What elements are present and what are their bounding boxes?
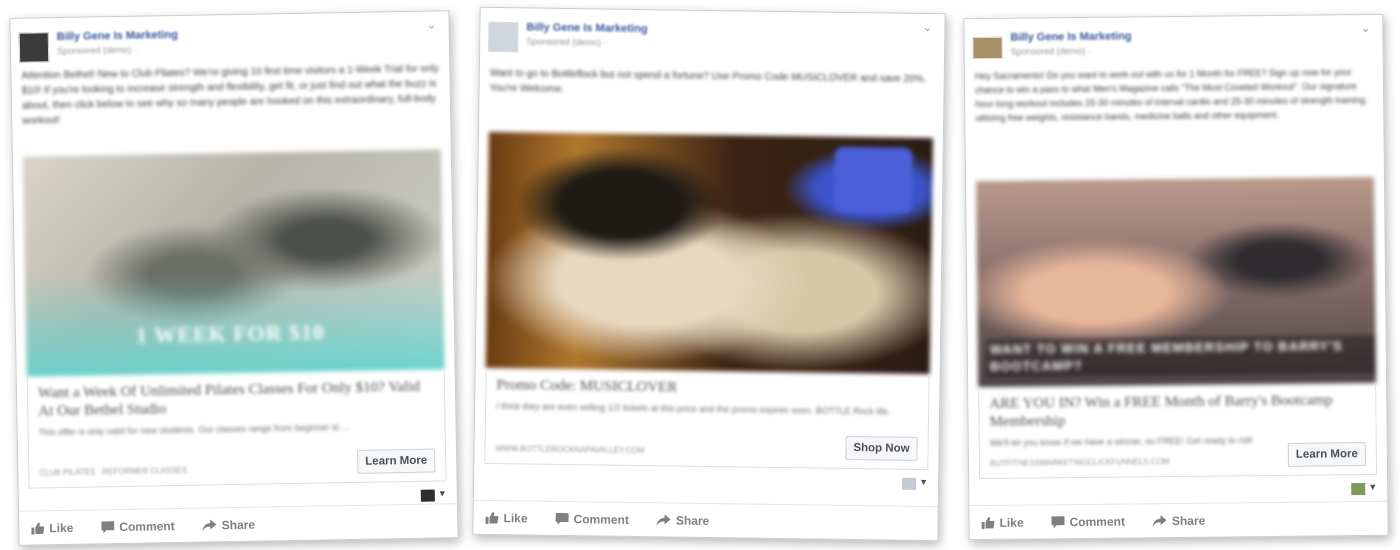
post-as-selector[interactable]: ▼ (474, 464, 938, 498)
link-preview[interactable]: Promo Code: MUSICLOVER I think they are … (484, 367, 930, 471)
page-avatar[interactable] (972, 36, 1003, 60)
post-header: Billy Gene Is Marketing Sponsored (demo)… (10, 11, 449, 65)
like-label: Like (503, 510, 528, 525)
action-bar: Like Comment Share (19, 503, 458, 545)
image-overlay-text: WANT TO WIN A FREE MEMBERSHIP TO BARRY'S… (985, 334, 1377, 377)
comment-button[interactable]: Comment (101, 519, 175, 534)
page-avatar[interactable] (488, 21, 519, 53)
ad-image[interactable]: WANT TO WIN A FREE MEMBERSHIP TO BARRY'S… (975, 176, 1377, 388)
link-url: BUYFITNESSMARKETINGCLICKFUNNELS.COM (989, 457, 1170, 468)
sponsored-label: Sponsored (demo) · (526, 36, 607, 48)
page-mini-avatar-icon (902, 477, 917, 490)
ad-post-bottlerock: Billy Gene Is Marketing Sponsored (demo)… (472, 6, 946, 542)
caret-down-icon[interactable]: ▼ (1368, 482, 1377, 492)
thumbs-up-icon (485, 511, 499, 524)
link-url: CLUB PILATES · REFORMER CLASSES (39, 465, 188, 478)
event-logo-badge (833, 146, 913, 214)
chevron-down-icon[interactable]: ⌄ (426, 17, 436, 31)
thumbs-up-icon (981, 516, 995, 529)
share-label: Share (1171, 513, 1206, 528)
chevron-down-icon[interactable]: ⌄ (922, 20, 932, 34)
link-headline[interactable]: ARE YOU IN? Win a FREE Month of Barry's … (989, 391, 1365, 433)
link-preview[interactable]: Want a Week Of Unlimited Pilates Classes… (26, 369, 447, 489)
like-button[interactable]: Like (31, 520, 73, 535)
comment-icon (555, 512, 569, 525)
link-url: WWW.BOTTLEROCKNAPAVALLEY.COM (495, 444, 645, 456)
caret-down-icon[interactable]: ▼ (919, 477, 928, 487)
page-mini-avatar-icon (420, 489, 435, 502)
like-label: Like (49, 520, 74, 535)
share-button[interactable]: Share (202, 517, 256, 532)
like-label: Like (999, 515, 1024, 530)
page-name-link[interactable]: Billy Gene Is Marketing (57, 29, 178, 43)
link-headline[interactable]: Want a Week Of Unlimited Pilates Classes… (38, 378, 435, 423)
chevron-down-icon[interactable]: ⌄ (1360, 21, 1370, 35)
link-preview[interactable]: ARE YOU IN? Win a FREE Month of Barry's … (978, 382, 1378, 480)
like-button[interactable]: Like (981, 515, 1024, 530)
comment-icon (101, 520, 115, 533)
share-button[interactable]: Share (656, 513, 710, 528)
ad-image[interactable]: 1 WEEK FOR $10 (22, 149, 445, 377)
learn-more-button[interactable]: Learn More (357, 448, 436, 474)
comment-label: Comment (1069, 514, 1125, 529)
caret-down-icon[interactable]: ▼ (438, 488, 447, 498)
comment-label: Comment (119, 518, 175, 534)
comment-button[interactable]: Comment (1051, 514, 1125, 529)
shop-now-button[interactable]: Shop Now (845, 435, 918, 461)
page-name-link[interactable]: Billy Gene Is Marketing (526, 21, 647, 35)
link-description: This offer is only valid for new student… (38, 422, 350, 438)
like-button[interactable]: Like (485, 510, 528, 525)
comment-icon (1051, 515, 1065, 528)
share-icon (656, 513, 671, 526)
page-avatar[interactable] (18, 32, 50, 63)
comment-label: Comment (573, 511, 630, 527)
comment-button[interactable]: Comment (555, 511, 629, 526)
ad-post-pilates: Billy Gene Is Marketing Sponsored (demo)… (9, 10, 459, 546)
sponsored-label: Sponsored (demo) · (56, 44, 138, 57)
page-mini-avatar-icon (1351, 483, 1366, 496)
share-label: Share (221, 517, 256, 532)
action-bar: Like Comment Share (473, 499, 938, 541)
post-text: Attention Bethel! New to Club Pilates? W… (21, 63, 439, 127)
ad-image[interactable] (485, 131, 933, 375)
post-header: Billy Gene Is Marketing Sponsored (demo)… (480, 8, 945, 60)
action-bar: Like Comment Share (969, 500, 1388, 540)
share-icon (1152, 514, 1167, 527)
post-text: Want to go to Bottleflock but not spend … (489, 67, 927, 95)
link-headline[interactable]: Promo Code: MUSICLOVER (496, 376, 918, 402)
ad-post-bootcamp: Billy Gene Is Marketing Sponsored (demo)… (963, 13, 1389, 541)
image-overlay-text: 1 WEEK FOR $10 (135, 319, 326, 348)
learn-more-button[interactable]: Learn More (1287, 442, 1366, 467)
thumbs-up-icon (31, 521, 45, 535)
link-description: I think they are even selling 1/2 ticket… (496, 401, 891, 417)
sponsored-label: Sponsored (demo) · (1010, 45, 1091, 57)
page-name-link[interactable]: Billy Gene Is Marketing (1010, 30, 1131, 43)
share-button[interactable]: Share (1152, 513, 1206, 528)
share-label: Share (675, 513, 710, 528)
share-icon (202, 518, 217, 532)
post-text: Hey Sacramento! Do you want to work out … (974, 67, 1368, 124)
post-header: Billy Gene Is Marketing Sponsored (demo)… (964, 15, 1382, 65)
